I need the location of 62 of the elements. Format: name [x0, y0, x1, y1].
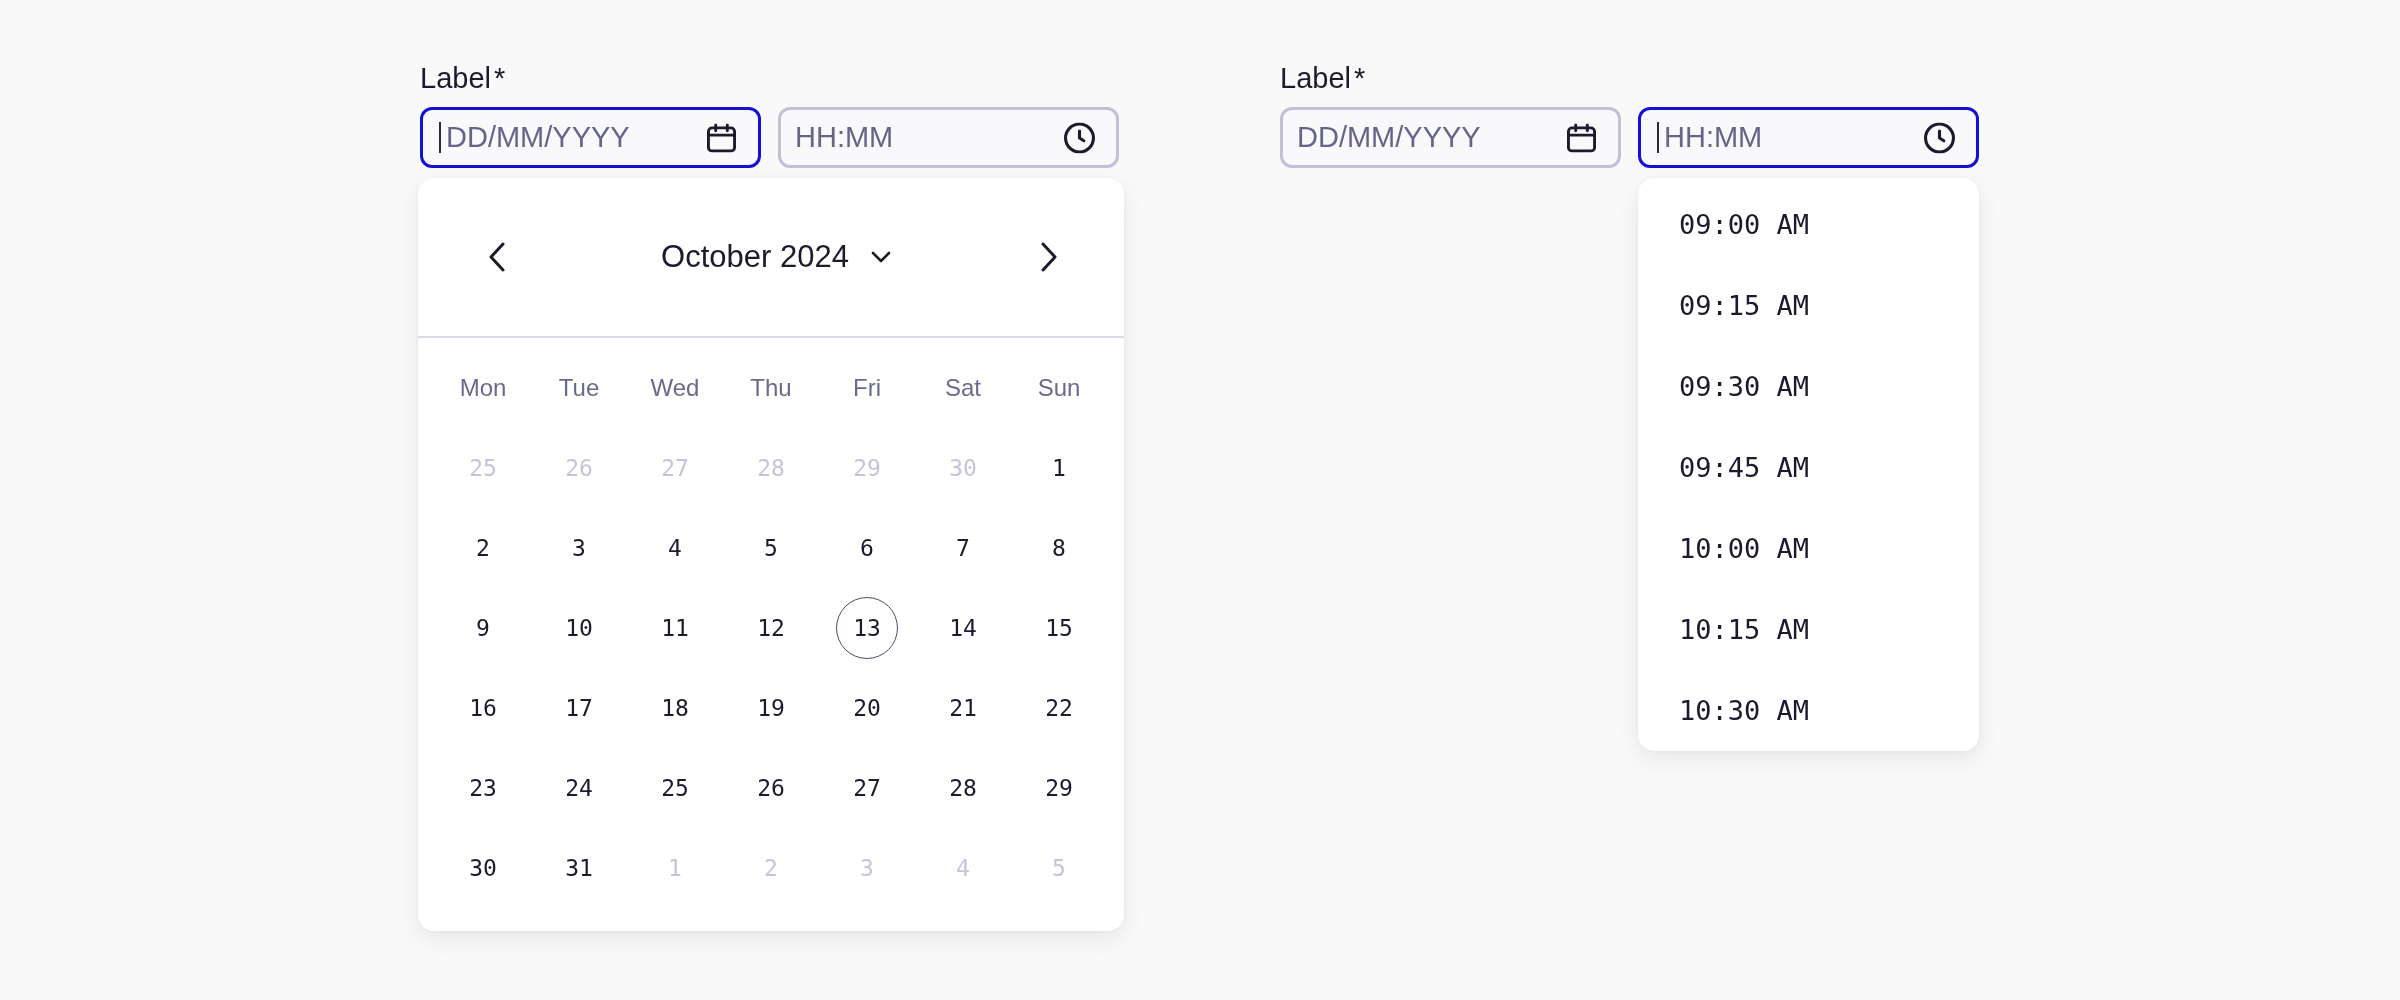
weekday-label: Fri	[853, 374, 881, 402]
day-cell[interactable]: 2	[452, 517, 514, 579]
time-option[interactable]: 09:45 AM	[1638, 427, 1979, 508]
day-cell[interactable]: 14	[932, 597, 994, 659]
field-label: Label	[1280, 62, 1351, 94]
chevron-right-icon	[1040, 242, 1058, 272]
time-input-field[interactable]: HH:MM	[1638, 107, 1979, 168]
day-cell[interactable]: 15	[1028, 597, 1090, 659]
chevron-down-icon	[870, 251, 891, 263]
time-option[interactable]: 09:00 AM	[1638, 184, 1979, 265]
clock-icon[interactable]	[1064, 122, 1095, 153]
day-cell[interactable]: 24	[548, 757, 610, 819]
day-cell[interactable]: 22	[1028, 677, 1090, 739]
clock-icon[interactable]	[1924, 122, 1955, 153]
day-cell[interactable]: 23	[452, 757, 514, 819]
time-option[interactable]: 10:00 AM	[1638, 508, 1979, 589]
day-cell[interactable]: 12	[740, 597, 802, 659]
weekday-label: Wed	[650, 374, 700, 402]
day-cell[interactable]: 26	[740, 757, 802, 819]
day-cell[interactable]: 17	[548, 677, 610, 739]
day-cell[interactable]: 8	[1028, 517, 1090, 579]
day-cell[interactable]: 7	[932, 517, 994, 579]
day-cell[interactable]: 6	[836, 517, 898, 579]
day-cell[interactable]: 5	[740, 517, 802, 579]
day-cell[interactable]: 3	[548, 517, 610, 579]
calendar-icon[interactable]	[1567, 123, 1596, 152]
time-option[interactable]: 10:30 AM	[1638, 670, 1979, 751]
day-cell[interactable]: 29	[1028, 757, 1090, 819]
text-cursor-icon	[1657, 122, 1659, 153]
day-cell[interactable]: 10	[548, 597, 610, 659]
weekday-label: Sat	[945, 374, 981, 402]
weekday-label: Mon	[459, 374, 507, 402]
time-option[interactable]: 10:15 AM	[1638, 589, 1979, 670]
time-option[interactable]: 09:15 AM	[1638, 265, 1979, 346]
required-asterisk: *	[1353, 62, 1366, 94]
day-cell[interactable]: 19	[740, 677, 802, 739]
day-cell[interactable]: 20	[836, 677, 898, 739]
day-cell[interactable]: 16	[452, 677, 514, 739]
day-cell[interactable]: 21	[932, 677, 994, 739]
calendar-icon[interactable]	[707, 123, 736, 152]
day-cell[interactable]: 4	[644, 517, 706, 579]
date-input-field[interactable]: DD/MM/YYYY	[420, 107, 761, 168]
text-cursor-icon	[439, 122, 441, 153]
day-cell[interactable]: 9	[452, 597, 514, 659]
month-select-button[interactable]: October 2024	[661, 237, 891, 277]
day-cell[interactable]: 25	[644, 757, 706, 819]
time-input-field[interactable]: HH:MM	[778, 107, 1119, 168]
required-asterisk: *	[493, 62, 506, 94]
day-cell[interactable]: 30	[452, 837, 514, 899]
day-cell[interactable]: 11	[644, 597, 706, 659]
day-cell[interactable]: 31	[548, 837, 610, 899]
day-cell[interactable]: 28	[932, 757, 994, 819]
field-label: Label	[420, 62, 491, 94]
date-input-field[interactable]: DD/MM/YYYY	[1280, 107, 1621, 168]
weekday-label: Sun	[1037, 374, 1081, 402]
chevron-left-icon	[488, 242, 506, 272]
weekday-label: Tue	[558, 374, 600, 402]
day-cell[interactable]: 1	[1028, 437, 1090, 499]
day-cell[interactable]: 18	[644, 677, 706, 739]
time-option[interactable]: 09:30 AM	[1638, 346, 1979, 427]
day-cell[interactable]: 27	[836, 757, 898, 819]
weekday-label: Thu	[750, 374, 792, 402]
